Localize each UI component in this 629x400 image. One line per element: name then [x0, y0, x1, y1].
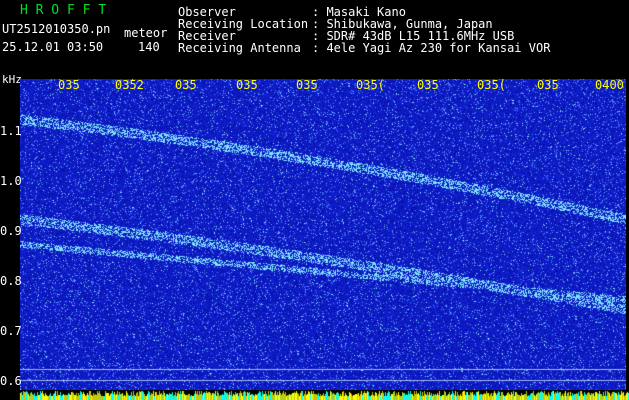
x-tick: 035( [356, 78, 385, 92]
value-antenna: : 4ele Yagi Az 230 for Kansai VOR [312, 41, 551, 55]
x-tick: 035 [58, 78, 80, 92]
y-tick: 1.0 [0, 174, 22, 188]
count-text: 140 [138, 40, 160, 54]
x-tick: 035 [175, 78, 197, 92]
x-tick: 035 [296, 78, 318, 92]
x-axis-time: 035 0352 035 035 035 035( 035 035( 035 0… [20, 74, 626, 92]
y-tick: 0.8 [0, 274, 22, 288]
y-tick: 0.9 [0, 224, 22, 238]
y-tick: 1.1 [0, 124, 22, 138]
header-panel: H R O F F T UT2512010350.pn meteor 25.12… [0, 0, 629, 86]
x-tick: 035( [477, 78, 506, 92]
x-tick: 035 [537, 78, 559, 92]
y-tick: 0.6 [0, 374, 22, 388]
y-unit-label: kHz [2, 73, 22, 86]
y-tick: 0.7 [0, 324, 22, 338]
label-antenna: Receiving Antenna [178, 41, 301, 55]
x-tick: 0352 [115, 78, 144, 92]
spectrogram [20, 79, 626, 393]
filename-text: UT2512010350.pn [2, 22, 111, 36]
signal-level-bar [0, 390, 629, 400]
x-tick: 035 [236, 78, 258, 92]
app-brand: H R O F F T [20, 3, 107, 18]
detection-tag: meteor [124, 26, 168, 40]
date-time-text: 25.12.01 03:50 [2, 40, 104, 54]
x-tick: 035 [417, 78, 439, 92]
x-tick: 0400 [595, 78, 624, 92]
spectrogram-canvas [20, 79, 626, 393]
